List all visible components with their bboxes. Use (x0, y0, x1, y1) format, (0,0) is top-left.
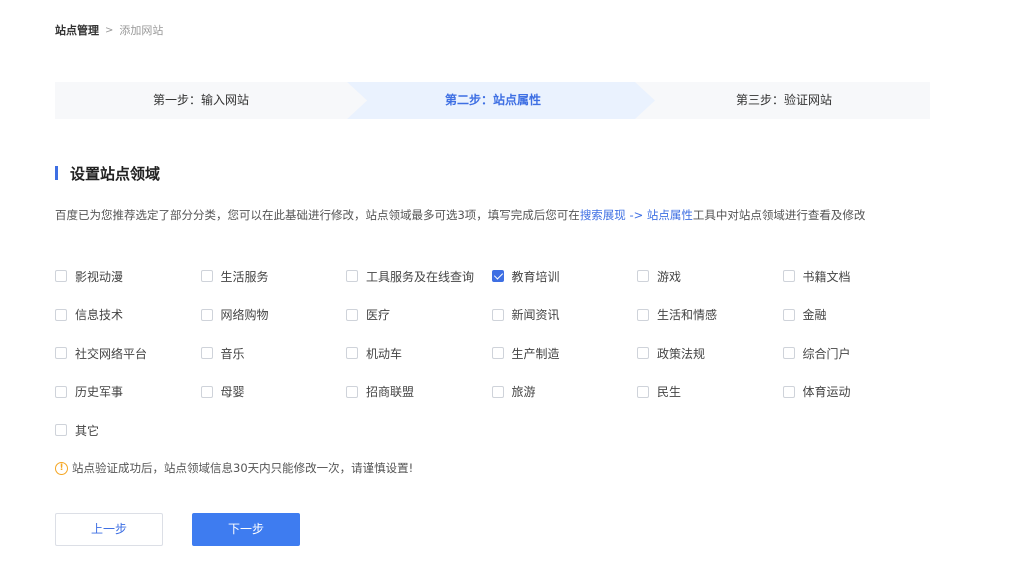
category-label: 政策法规 (657, 346, 706, 361)
description-prefix: 百度已为您推荐选定了部分分类，您可以在此基础进行修改，站点领域最多可选3项，填写… (55, 208, 580, 222)
category-checkbox-item[interactable]: 影视动漫 (55, 266, 123, 286)
next-step-button[interactable]: 下一步 (192, 513, 300, 546)
step-2: 第二步：站点属性 (444, 93, 541, 107)
category-label: 历史军事 (75, 385, 124, 399)
checkbox[interactable] (200, 347, 213, 359)
checkbox[interactable] (55, 347, 67, 359)
checkbox[interactable] (200, 308, 213, 321)
category-checkbox-item[interactable]: 医疗 (346, 305, 390, 325)
category-label: 网络购物 (220, 308, 269, 322)
category-checkbox-item[interactable]: 其它 (55, 420, 99, 440)
checkbox[interactable] (346, 270, 358, 282)
search-display-link[interactable]: 搜索展现 -> 站点属性 (580, 208, 693, 222)
category-checkbox-item[interactable]: 信息技术 (55, 305, 123, 325)
description: 百度已为您推荐选定了部分分类，您可以在此基础进行修改，站点领域最多可选3项，填写… (55, 203, 945, 227)
category-label: 工具服务及在线查询 (366, 269, 475, 284)
checkbox[interactable] (200, 385, 213, 398)
checkbox[interactable] (637, 308, 649, 321)
category-checkbox-item[interactable]: 游戏 (637, 266, 681, 286)
category-checkbox-item[interactable]: 机动车 (346, 343, 402, 363)
category-label: 金融 (802, 308, 827, 322)
category-checkbox-item[interactable]: 生活服务 (200, 266, 269, 286)
category-checkbox-item[interactable]: 社交网络平台 (55, 343, 147, 363)
category-label: 音乐 (220, 346, 245, 361)
warning-icon: ! (55, 461, 68, 475)
checkbox[interactable] (782, 347, 795, 359)
category-label: 生活服务 (220, 269, 269, 284)
checkbox[interactable] (637, 347, 649, 359)
category-checkbox-item[interactable]: 招商联盟 (346, 382, 414, 402)
category-checkbox-item[interactable]: 民生 (637, 382, 681, 402)
category-label: 综合门户 (802, 346, 851, 361)
checkbox[interactable] (782, 270, 795, 282)
breadcrumb: 站点管理 > 添加网站 (55, 22, 163, 38)
step-1: 第一步：输入网站 (152, 93, 249, 107)
breadcrumb-current: 添加网站 (119, 24, 164, 37)
checkbox[interactable] (782, 385, 795, 398)
checkbox[interactable] (200, 270, 213, 282)
category-label: 生活和情感 (657, 308, 718, 322)
category-checkbox-item[interactable]: 综合门户 (782, 343, 851, 363)
checkbox[interactable] (637, 270, 649, 282)
category-label: 影视动漫 (75, 269, 124, 284)
checkbox[interactable] (637, 385, 649, 398)
category-checkbox-item[interactable]: 工具服务及在线查询 (346, 266, 474, 286)
checkbox[interactable] (491, 347, 504, 359)
category-checkbox-item[interactable]: 旅游 (491, 382, 536, 402)
description-suffix: 工具中对站点领域进行查看及修改 (692, 208, 866, 222)
section-title: 设置站点领域 (55, 163, 160, 183)
category-checkbox-item[interactable]: 历史军事 (55, 382, 123, 402)
category-label: 母婴 (220, 385, 245, 399)
breadcrumb-separator: > (105, 24, 114, 36)
category-label: 信息技术 (75, 308, 124, 322)
category-checkbox-item[interactable]: 政策法规 (637, 343, 705, 363)
checkbox[interactable] (782, 308, 795, 321)
checkbox[interactable] (346, 347, 358, 359)
checkbox[interactable] (491, 385, 504, 398)
category-label: 生产制造 (511, 346, 560, 361)
category-checkbox-item[interactable]: 体育运动 (782, 382, 851, 402)
category-label: 教育培训 (511, 269, 560, 284)
checkbox[interactable] (346, 308, 358, 321)
step-indicator: 第一步：输入网站 第二步：站点属性 第三步：验证网站 (55, 82, 930, 119)
category-checkbox-item[interactable]: 新闻资讯 (491, 305, 560, 325)
category-label: 游戏 (657, 269, 682, 284)
category-checkbox-item[interactable]: 金融 (782, 305, 827, 325)
notice: ! 站点验证成功后，站点领域信息30天内只能修改一次，请谨慎设置! (55, 460, 413, 476)
notice-text: 站点验证成功后，站点领域信息30天内只能修改一次，请谨慎设置! (72, 461, 414, 475)
category-checkbox-item[interactable]: 母婴 (200, 382, 245, 402)
category-label: 书籍文档 (802, 269, 851, 284)
category-label: 其它 (75, 423, 100, 438)
category-label: 体育运动 (802, 385, 851, 399)
category-label: 民生 (657, 385, 682, 399)
category-label: 新闻资讯 (511, 308, 560, 322)
category-checkbox-item[interactable]: 生活和情感 (637, 305, 717, 325)
title-accent-bar (55, 166, 58, 180)
category-checkbox-item[interactable]: 音乐 (200, 343, 245, 363)
checkbox[interactable] (491, 308, 504, 321)
breadcrumb-parent-link[interactable]: 站点管理 (55, 22, 99, 38)
checkbox[interactable] (55, 308, 67, 321)
prev-step-button[interactable]: 上一步 (55, 513, 163, 546)
category-label: 社交网络平台 (75, 346, 148, 361)
category-label: 招商联盟 (366, 385, 415, 399)
category-label: 旅游 (511, 385, 536, 399)
category-checkbox-item[interactable]: 网络购物 (200, 305, 269, 325)
category-checkbox-item[interactable]: 教育培训 (491, 266, 560, 286)
section-title-text: 设置站点领域 (70, 164, 161, 183)
category-checkbox-item[interactable]: 书籍文档 (782, 266, 851, 286)
checkbox[interactable] (55, 385, 67, 398)
category-label: 机动车 (366, 346, 403, 361)
checkbox[interactable] (55, 270, 67, 282)
checkbox-checked[interactable] (491, 270, 504, 282)
category-label: 医疗 (366, 308, 391, 322)
category-checkbox-item[interactable]: 生产制造 (491, 343, 560, 363)
step-3: 第三步：验证网站 (735, 93, 832, 107)
checkbox[interactable] (346, 385, 358, 398)
checkbox[interactable] (55, 424, 67, 436)
